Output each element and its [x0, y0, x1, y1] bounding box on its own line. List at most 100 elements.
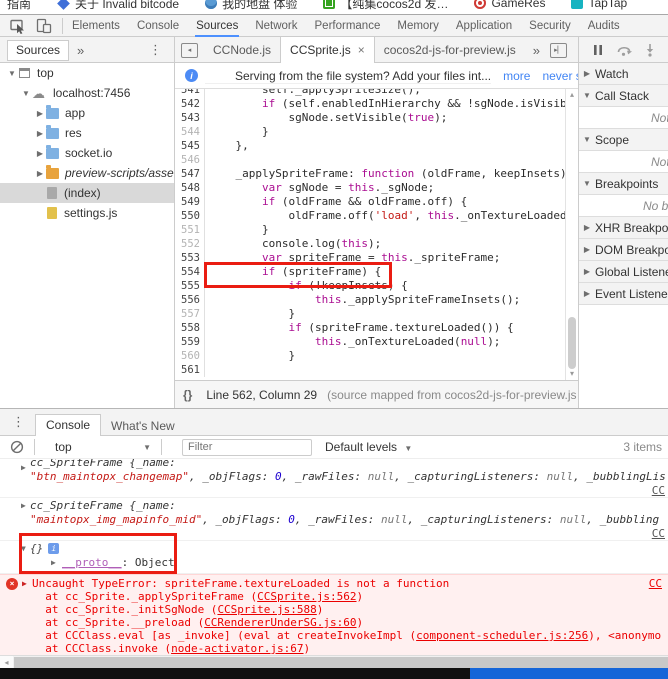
bookmark-item[interactable]: GameRes [474, 0, 545, 10]
sidebar-section-call-stack[interactable]: ▼ Call Stack [579, 85, 668, 107]
tree-expander-icon[interactable]: ▶ [34, 149, 46, 158]
panel-tab-elements[interactable]: Elements [71, 15, 121, 37]
infobar-more-link[interactable]: more [503, 69, 530, 83]
line-number[interactable]: 547 [175, 167, 205, 181]
sidebar-section-scope[interactable]: ▼ Scope [579, 129, 668, 151]
pause-script-icon[interactable] [591, 43, 605, 57]
expand-triangle-icon[interactable]: ▶ [21, 501, 26, 510]
expand-triangle-icon[interactable]: ▶ [51, 556, 56, 570]
editor-tab-cocos2d-js-for-preview-js[interactable]: cocos2d-js-for-preview.js [375, 37, 525, 63]
drawer-tab-console[interactable]: Console [35, 413, 102, 436]
line-number[interactable]: 560 [175, 349, 205, 363]
line-number[interactable]: 561 [175, 363, 205, 377]
sidebar-section-watch[interactable]: ▶ Watch [579, 63, 668, 85]
step-into-icon[interactable] [644, 43, 656, 57]
line-number[interactable]: 542 [175, 97, 205, 111]
section-expander-icon[interactable]: ▼ [579, 135, 595, 144]
bookmark-item[interactable]: 我的地盘 体验 [205, 0, 297, 12]
close-tab-icon[interactable]: × [358, 43, 365, 57]
panel-tab-performance[interactable]: Performance [314, 15, 382, 37]
navigator-overflow-chevron[interactable]: » [77, 43, 84, 58]
panel-tab-memory[interactable]: Memory [396, 15, 440, 37]
show-debugger-icon[interactable]: ▸▏ [550, 42, 568, 58]
sidebar-section-breakpoints[interactable]: ▼ Breakpoints [579, 173, 668, 195]
editor-tabs-overflow-chevron[interactable]: » [533, 43, 540, 58]
console-hscroll-thumb[interactable] [14, 657, 668, 668]
sidebar-section-xhr-breakpoints[interactable]: ▶XHR Breakpoints [579, 217, 668, 239]
infobar-never-show-link[interactable]: never show [542, 69, 578, 83]
tree-expander-icon[interactable]: ▶ [34, 109, 46, 118]
line-number[interactable]: 541 [175, 89, 205, 97]
sidebar-section-global-listeners[interactable]: ▶Global Listeners [579, 261, 668, 283]
source-link[interactable]: CC [652, 527, 665, 540]
tree-expander-icon[interactable]: ▶ [34, 169, 46, 178]
hide-navigator-icon[interactable]: ◂ [181, 42, 198, 58]
line-number[interactable]: 554 [175, 265, 205, 279]
tree-item-localhost-7456[interactable]: ▼ ☁ localhost:7456 [0, 83, 174, 103]
pretty-print-icon[interactable]: {} [183, 388, 192, 402]
line-number[interactable]: 550 [175, 209, 205, 223]
tree-expander-icon[interactable]: ▼ [6, 69, 18, 78]
line-number[interactable]: 556 [175, 293, 205, 307]
stack-source-link[interactable]: component-scheduler.js:256 [416, 629, 588, 642]
panel-tab-security[interactable]: Security [528, 15, 572, 37]
line-number[interactable]: 555 [175, 279, 205, 293]
stack-source-link[interactable]: CCRendererUnderSG.js:60 [204, 616, 356, 629]
code-viewport[interactable]: 541 self._applySpriteSize(); 542 if (self… [175, 89, 565, 380]
panel-tab-sources[interactable]: Sources [195, 15, 239, 37]
section-expander-icon[interactable]: ▼ [579, 91, 595, 100]
line-number[interactable]: 557 [175, 307, 205, 321]
proto-property[interactable]: __proto__ [62, 556, 122, 569]
tree-item-top[interactable]: ▼ top [0, 63, 174, 83]
sidebar-section-dom-breakpoints[interactable]: ▶DOM Breakpoints [579, 239, 668, 261]
vscroll-thumb[interactable] [568, 317, 576, 369]
tab-sources-navigator[interactable]: Sources [7, 39, 70, 61]
tree-expander-icon[interactable]: ▶ [34, 129, 46, 138]
panel-tab-network[interactable]: Network [254, 15, 298, 37]
execution-context-selector[interactable]: top ▼ [55, 440, 151, 454]
editor-vertical-scrollbar[interactable]: ▴ ▾ [565, 89, 578, 380]
section-expander-icon[interactable]: ▶ [579, 245, 595, 254]
line-number[interactable]: 544 [175, 125, 205, 139]
taskbar-active-app[interactable] [470, 668, 668, 679]
line-number[interactable]: 559 [175, 335, 205, 349]
line-number[interactable]: 549 [175, 195, 205, 209]
source-link[interactable]: CC [652, 484, 665, 497]
drawer-menu-icon[interactable]: ⋮ [12, 415, 25, 428]
panel-tab-console[interactable]: Console [136, 15, 180, 37]
line-number[interactable]: 546 [175, 153, 205, 167]
expand-triangle-icon[interactable]: ▼ [21, 544, 26, 553]
bookmark-item[interactable]: TapTap [571, 0, 627, 10]
scroll-up-arrow-icon[interactable]: ▴ [566, 89, 578, 101]
line-number[interactable]: 548 [175, 181, 205, 195]
expand-triangle-icon[interactable]: ▶ [22, 579, 27, 588]
line-number[interactable]: 553 [175, 251, 205, 265]
panel-tab-application[interactable]: Application [455, 15, 513, 37]
section-expander-icon[interactable]: ▶ [579, 223, 595, 232]
console-horizontal-scrollbar[interactable]: ◂ [0, 655, 668, 669]
stack-source-link[interactable]: node-activator.js:67 [171, 642, 303, 655]
line-number[interactable]: 558 [175, 321, 205, 335]
section-expander-icon[interactable]: ▶ [579, 69, 595, 78]
expand-triangle-icon[interactable]: ▶ [21, 463, 26, 472]
tree-item--index-[interactable]: (index) [0, 183, 174, 203]
line-number[interactable]: 545 [175, 139, 205, 153]
tree-item-res[interactable]: ▶ res [0, 123, 174, 143]
console-filter-input[interactable] [182, 438, 312, 456]
bookmark-item[interactable]: 指南 [2, 0, 31, 12]
line-number[interactable]: 543 [175, 111, 205, 125]
tree-item-socket-io[interactable]: ▶ socket.io [0, 143, 174, 163]
navigator-menu-icon[interactable]: ⋮ [149, 43, 162, 56]
clear-console-icon[interactable] [10, 440, 24, 454]
tree-expander-icon[interactable]: ▼ [20, 89, 32, 98]
line-number[interactable]: 552 [175, 237, 205, 251]
section-expander-icon[interactable]: ▶ [579, 267, 595, 276]
log-levels-selector[interactable]: Default levels ▼ [325, 440, 412, 454]
section-expander-icon[interactable]: ▶ [579, 289, 595, 298]
tree-item-app[interactable]: ▶ app [0, 103, 174, 123]
scroll-down-arrow-icon[interactable]: ▾ [566, 368, 578, 380]
drawer-tab-what-s-new[interactable]: What's New [101, 416, 185, 436]
section-expander-icon[interactable]: ▼ [579, 179, 595, 188]
source-link[interactable]: CC [649, 577, 662, 590]
bookmark-item[interactable]: 【纯集cocos2d 发… [323, 0, 448, 12]
